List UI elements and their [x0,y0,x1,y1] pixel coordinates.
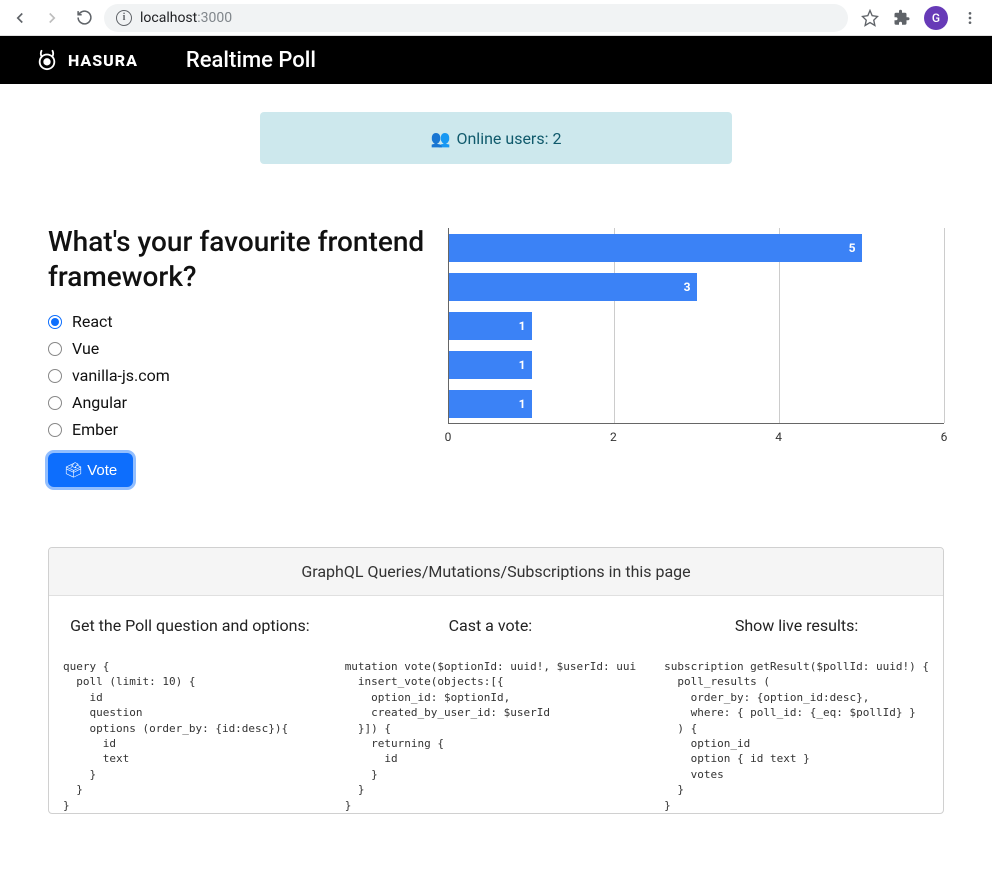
chart-bar-value: 1 [519,397,526,411]
chart-bar-row: 1 [449,345,944,384]
brand-logo[interactable]: HASURA [36,49,138,71]
nav-back-button[interactable] [8,6,32,30]
chart-x-tick: 6 [941,430,948,444]
chart-x-tick: 2 [610,430,617,444]
chart-bar-value: 1 [519,319,526,333]
gql-code: mutation vote($optionId: uuid!, $userId:… [345,659,636,813]
bookmark-star-icon[interactable] [860,8,880,28]
chart-bar-row: 1 [449,306,944,345]
users-icon: 👥 [431,129,451,148]
chart-bar: 1 [449,390,532,418]
gql-column: Cast a vote: mutation vote($optionId: uu… [331,606,650,813]
chart-bar-row: 3 [449,267,944,306]
brand-name: HASURA [68,51,138,70]
online-users-text: Online users: 2 [456,129,561,148]
url-text: localhost:3000 [140,10,232,26]
radio-icon [48,369,62,383]
chart-plot-area: 5 3 1 1 1 [448,228,944,424]
poll-option[interactable]: vanilla-js.com [48,364,428,387]
app-header: HASURA Realtime Poll [0,36,992,84]
nav-reload-button[interactable] [72,6,96,30]
chart-bar: 1 [449,312,532,340]
gql-column-title: Cast a vote: [345,606,636,659]
graphql-panel: GraphQL Queries/Mutations/Subscriptions … [48,547,944,814]
radio-icon [48,396,62,410]
gql-column-title: Show live results: [664,606,929,659]
chart-bar: 1 [449,351,532,379]
nav-forward-button[interactable] [40,6,64,30]
gql-column: Show live results: subscription getResul… [650,606,943,813]
option-label: Vue [72,339,99,358]
poll-options: React Vue vanilla-js.com Angular Ember [48,310,428,441]
poll-question: What's your favourite frontend framework… [48,224,428,294]
radio-icon [48,423,62,437]
gql-column-title: Get the Poll question and options: [63,606,317,659]
chart-x-tick: 0 [445,430,452,444]
option-label: Angular [72,393,127,412]
chart-bar-value: 3 [684,280,691,294]
browser-toolbar: i localhost:3000 G [0,0,992,36]
url-bar[interactable]: i localhost:3000 [104,4,848,32]
extensions-icon[interactable] [892,8,912,28]
online-users-banner: 👥 Online users: 2 [260,112,732,164]
poll-option[interactable]: React [48,310,428,333]
radio-icon [48,342,62,356]
chart-bar-value: 5 [849,241,856,255]
chart-x-tick: 4 [775,430,782,444]
results-chart: 53111 0246 [448,224,944,487]
option-label: Ember [72,420,118,439]
poll-pane: What's your favourite frontend framework… [48,224,428,487]
profile-avatar[interactable]: G [924,6,948,30]
gql-column: Get the Poll question and options: query… [49,606,331,813]
radio-icon [48,315,62,329]
option-label: vanilla-js.com [72,366,170,385]
chart-bar: 5 [449,234,862,262]
vote-button[interactable]: 🗳 Vote [48,453,133,487]
option-label: React [72,312,113,331]
gql-code: subscription getResult($pollId: uuid!) {… [664,659,929,813]
browser-menu-icon[interactable] [960,8,980,28]
poll-option[interactable]: Vue [48,337,428,360]
graphql-panel-title: GraphQL Queries/Mutations/Subscriptions … [49,548,943,596]
site-info-icon[interactable]: i [116,10,132,26]
chart-bar-value: 1 [519,358,526,372]
chart-x-axis: 0246 [448,426,944,448]
chart-bar-row: 5 [449,228,944,267]
chart-bar-row: 1 [449,384,944,423]
chart-bar: 3 [449,273,697,301]
page-title: Realtime Poll [186,48,316,73]
poll-option[interactable]: Angular [48,391,428,414]
gql-code: query { poll (limit: 10) { id question o… [63,659,317,813]
poll-option[interactable]: Ember [48,418,428,441]
